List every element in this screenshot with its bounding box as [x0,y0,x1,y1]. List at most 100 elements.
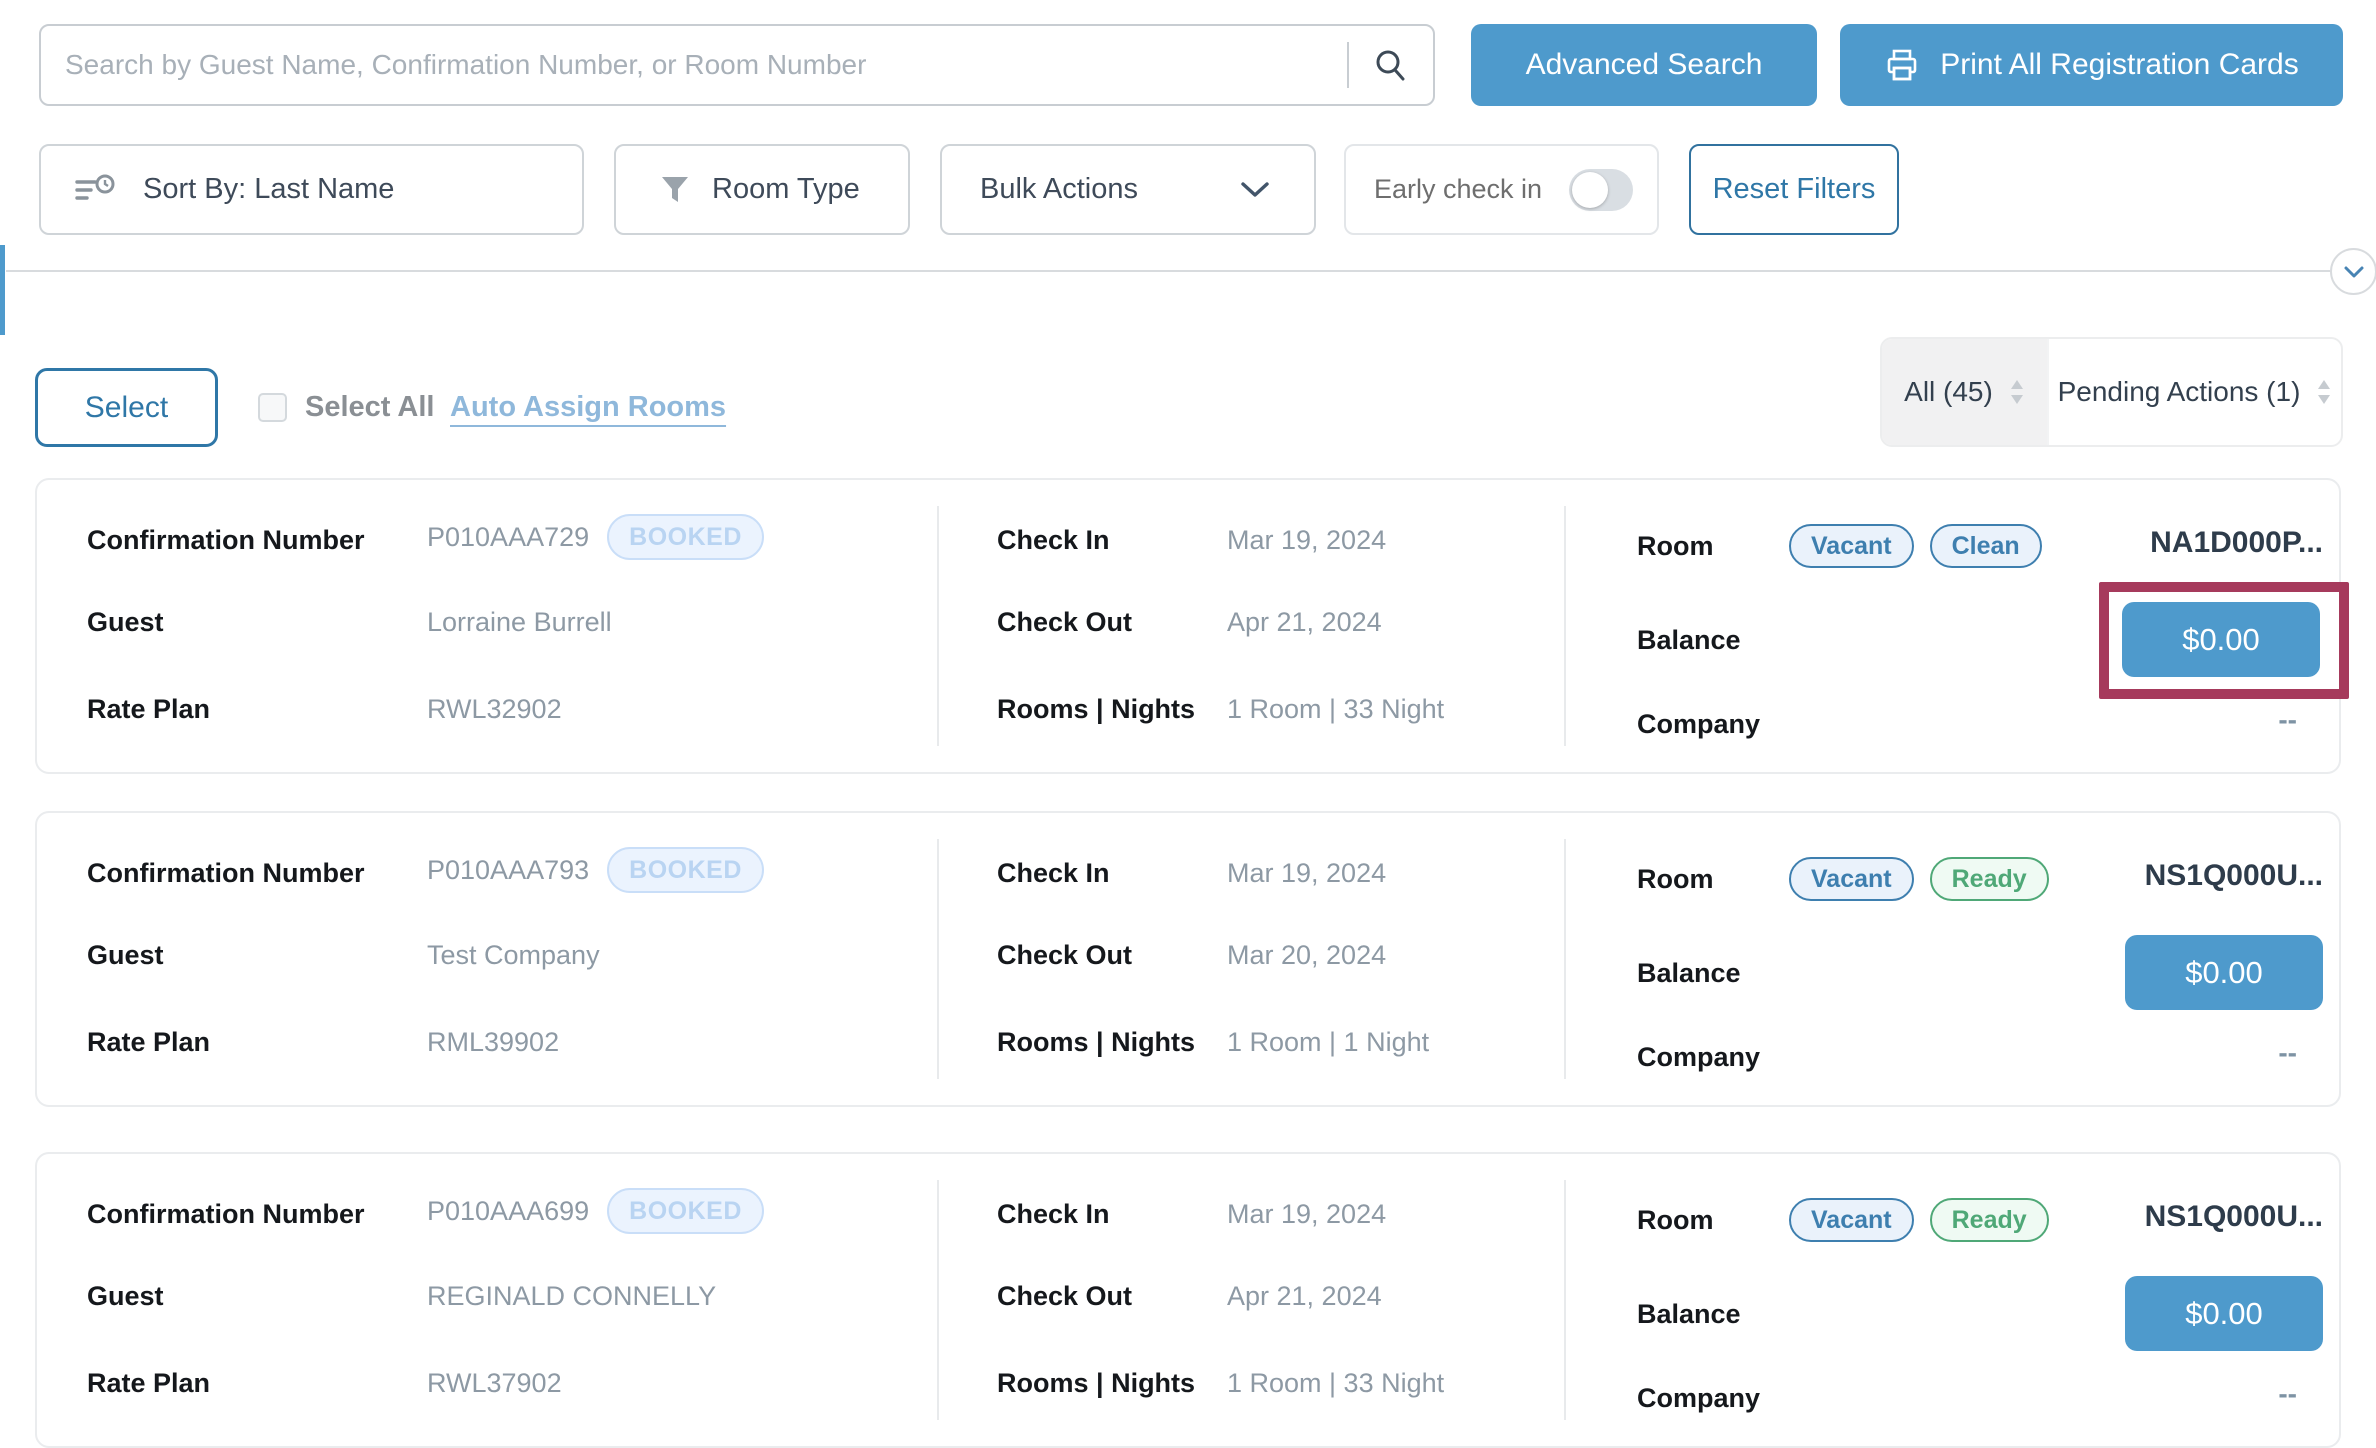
tab-all[interactable]: All (45) [1882,339,2047,445]
confirmation-number-value: P010AAA729 [427,522,589,553]
company-value: -- [2278,1378,2297,1410]
early-check-in-label: Early check in [1374,174,1542,205]
check-out-label: Check Out [997,935,1132,975]
room-status-badge-vacant: Vacant [1789,857,1914,901]
tab-pending-actions-label: Pending Actions (1) [2058,376,2301,408]
rooms-nights-value: 1 Room | 33 Night [1227,689,1444,729]
check-in-label: Check In [997,853,1110,893]
sort-by-button[interactable]: Sort By: Last Name [39,144,584,235]
check-in-label: Check In [997,520,1110,560]
room-status-badges: Vacant Ready [1789,1198,2049,1242]
rate-plan-value: RWL37902 [427,1363,562,1403]
rooms-nights-label: Rooms | Nights [997,1022,1195,1062]
select-all-control[interactable]: Select All [258,368,434,447]
reservation-card: Confirmation Number P010AAA699 BOOKED Gu… [35,1152,2341,1448]
confirmation-number-value: P010AAA699 [427,1196,589,1227]
rate-plan-value: RWL32902 [427,689,562,729]
confirmation-number-label: Confirmation Number [87,1194,365,1234]
rate-plan-label: Rate Plan [87,1022,210,1062]
auto-assign-rooms-link[interactable]: Auto Assign Rooms [450,368,726,447]
room-status-badges: Vacant Ready [1789,857,2049,901]
sort-arrows-icon [2316,379,2332,405]
card-column-divider [1564,506,1566,746]
reservation-card: Confirmation Number P010AAA729 BOOKED Gu… [35,478,2341,774]
collapse-filters-button[interactable] [2330,248,2376,295]
reservation-card: Confirmation Number P010AAA793 BOOKED Gu… [35,811,2341,1107]
list-tabs: All (45) Pending Actions (1) [1880,337,2343,447]
chevron-down-icon [1240,181,1270,199]
room-type-filter-button[interactable]: Room Type [614,144,910,235]
guest-value: Test Company [427,935,600,975]
check-in-value: Mar 19, 2024 [1227,520,1386,560]
rooms-nights-label: Rooms | Nights [997,689,1195,729]
tab-pending-actions[interactable]: Pending Actions (1) [2047,339,2341,445]
room-status-badge-ready: Ready [1930,1198,2049,1242]
collapse-chevron-icon [2343,265,2365,279]
room-status-badge-ready: Ready [1930,857,2049,901]
toggle-knob [1572,172,1608,208]
guest-label: Guest [87,602,164,642]
room-label: Room [1637,526,1714,566]
search-icon[interactable] [1373,47,1409,83]
print-all-label: Print All Registration Cards [1940,48,2298,82]
search-input[interactable] [65,49,1337,81]
rate-plan-value: RML39902 [427,1022,559,1062]
card-column-divider [937,1180,939,1420]
room-code[interactable]: NA1D000P... [2150,526,2323,560]
search-bar [39,24,1435,106]
room-status-badge-vacant: Vacant [1789,524,1914,568]
advanced-search-button[interactable]: Advanced Search [1471,24,1817,106]
select-button[interactable]: Select [35,368,218,447]
rooms-nights-value: 1 Room | 33 Night [1227,1363,1444,1403]
balance-button[interactable]: $0.00 [2122,602,2320,677]
funnel-icon [660,174,690,206]
booking-status-badge: BOOKED [607,514,764,560]
rooms-nights-value: 1 Room | 1 Night [1227,1022,1429,1062]
balance-label: Balance [1637,953,1741,993]
early-check-in-filter: Early check in [1344,144,1659,235]
rate-plan-label: Rate Plan [87,689,210,729]
search-divider [1347,42,1349,88]
check-out-value: Apr 21, 2024 [1227,1276,1382,1316]
company-label: Company [1637,1378,1760,1418]
company-value: -- [2278,1037,2297,1069]
balance-button[interactable]: $0.00 [2125,1276,2323,1351]
confirmation-number-value: P010AAA793 [427,855,589,886]
room-status-badges: Vacant Clean [1789,524,2042,568]
early-check-in-toggle[interactable] [1569,169,1633,211]
sort-by-time-icon [75,173,117,207]
sort-arrows-icon [2009,379,2025,405]
card-column-divider [937,506,939,746]
room-code[interactable]: NS1Q000U... [2145,859,2323,893]
room-code[interactable]: NS1Q000U... [2145,1200,2323,1234]
confirmation-number-label: Confirmation Number [87,853,365,893]
guest-label: Guest [87,1276,164,1316]
select-all-label: Select All [305,391,434,424]
sort-by-label: Sort By: Last Name [143,173,394,206]
guest-value: Lorraine Burrell [427,602,612,642]
bulk-actions-dropdown[interactable]: Bulk Actions [940,144,1316,235]
left-accent-strip [0,245,5,335]
card-column-divider [937,839,939,1079]
company-label: Company [1637,1037,1760,1077]
guest-label: Guest [87,935,164,975]
card-column-divider [1564,839,1566,1079]
print-all-registration-cards-button[interactable]: Print All Registration Cards [1840,24,2343,106]
select-all-checkbox[interactable] [258,393,287,422]
reset-filters-button[interactable]: Reset Filters [1689,144,1899,235]
check-out-label: Check Out [997,1276,1132,1316]
balance-label: Balance [1637,620,1741,660]
check-out-value: Mar 20, 2024 [1227,935,1386,975]
room-status-badge-vacant: Vacant [1789,1198,1914,1242]
check-in-value: Mar 19, 2024 [1227,1194,1386,1234]
booking-status-badge: BOOKED [607,1188,764,1234]
check-out-label: Check Out [997,602,1132,642]
balance-button[interactable]: $0.00 [2125,935,2323,1010]
confirmation-number-label: Confirmation Number [87,520,365,560]
room-label: Room [1637,1200,1714,1240]
balance-label: Balance [1637,1294,1741,1334]
company-value: -- [2278,704,2297,736]
room-status-badge-clean: Clean [1930,524,2042,568]
printer-icon [1884,47,1920,83]
front-desk-guest-list-page: Advanced Search Print All Registration C… [0,0,2376,1394]
